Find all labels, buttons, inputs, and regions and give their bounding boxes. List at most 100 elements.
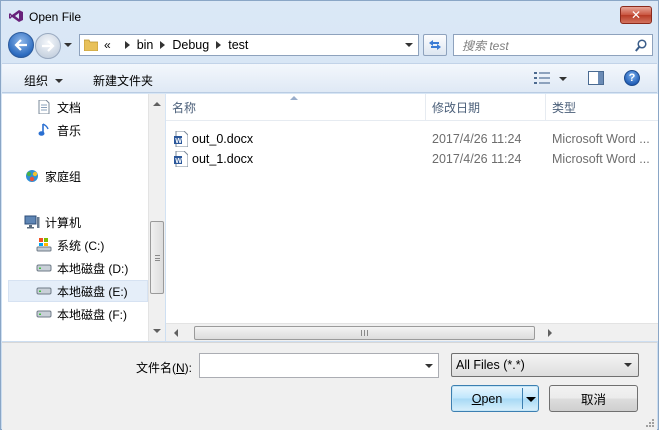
filename-label-text: 文件名( [136,361,176,375]
svg-text:W: W [175,138,182,145]
resize-grip-icon[interactable] [644,417,654,427]
chevron-down-icon [624,363,632,367]
open-button[interactable]: Open [452,386,522,411]
file-list-horizontal-scrollbar[interactable] [166,323,658,341]
file-type-filter-select[interactable]: All Files (*.*) [451,353,639,377]
open-split-button[interactable]: Open [451,385,539,412]
organize-label: 组织 [24,74,49,88]
open-file-dialog: Open File ✕ « bin Debug test 搜索 test 组织 … [0,0,659,430]
scroll-left-icon[interactable] [174,329,178,337]
word-document-icon: W [174,151,188,167]
filename-field[interactable] [200,354,420,375]
column-header-name[interactable]: 名称 [166,94,426,121]
breadcrumb-separator-icon[interactable] [216,41,222,49]
file-name: out_0.docx [192,132,254,146]
homegroup-icon [24,168,40,184]
table-row[interactable]: W out_1.docx 2017/4/26 11:24 Microsoft W… [166,149,658,169]
view-options-dropdown-icon[interactable] [559,77,567,81]
search-icon[interactable] [635,39,647,52]
filename-label-accesskey: N [176,361,185,375]
address-dropdown-icon[interactable] [405,43,413,47]
change-view-icon[interactable] [534,72,550,84]
drive-icon [36,283,52,299]
sidebar-item-computer[interactable]: 计算机 [2,211,148,233]
chevron-down-icon [55,78,64,83]
chevron-down-icon[interactable] [425,364,433,368]
open-label-rest: pen [481,391,503,406]
filename-label-suffix: ): [184,361,193,375]
breadcrumb-bin[interactable]: bin [137,38,154,52]
forward-arrow-icon [42,40,55,52]
scroll-down-icon[interactable] [153,329,161,333]
scroll-up-icon[interactable] [153,102,161,106]
file-type: Microsoft Word ... [552,152,650,166]
file-type: Microsoft Word ... [552,132,650,146]
organize-menu-button[interactable]: 组织 [24,72,64,89]
filename-label: 文件名(N): [136,359,192,376]
computer-icon [24,214,40,230]
sidebar-item-drive-f[interactable]: 本地磁盘 (F:) [2,303,148,325]
open-options-dropdown-icon[interactable] [526,397,536,402]
split-divider [522,388,523,409]
sidebar-item-music[interactable]: 音乐 [2,119,148,141]
address-bar[interactable]: « bin Debug test [79,34,419,56]
breadcrumb-test[interactable]: test [228,38,248,52]
sidebar-item-documents[interactable]: 文档 [2,96,148,118]
sidebar-item-label: 计算机 [45,215,82,230]
back-button[interactable] [8,32,34,58]
search-box[interactable]: 搜索 test [453,34,653,56]
breadcrumb-separator-icon[interactable] [160,41,166,49]
open-accesskey: O [471,391,482,406]
column-header-label: 名称 [172,101,197,115]
sidebar-item-label: 本地磁盘 (D:) [57,261,129,276]
column-header-label: 修改日期 [432,101,481,115]
sidebar-item-drive-d[interactable]: 本地磁盘 (D:) [2,257,148,279]
preview-pane-button[interactable] [588,71,604,85]
filename-combobox[interactable] [199,353,439,378]
back-arrow-icon [14,39,27,51]
file-name: out_1.docx [192,152,254,166]
recent-locations-dropdown-icon[interactable] [63,40,73,50]
navigation-pane-scrollbar[interactable] [148,94,165,341]
drive-icon [36,260,52,276]
new-folder-button[interactable]: 新建文件夹 [93,72,153,89]
title-bar: Open File ✕ [1,1,658,31]
search-placeholder: 搜索 test [462,38,509,53]
drive-icon [36,306,52,322]
scroll-right-icon[interactable] [548,329,552,337]
close-icon: ✕ [630,8,642,22]
scrollbar-thumb[interactable] [194,326,535,340]
grip-icon [155,255,160,261]
column-header-label: 类型 [552,101,577,115]
sidebar-item-label: 音乐 [57,123,82,138]
refresh-icon [429,40,441,50]
visual-studio-icon [9,10,23,22]
navigation-bar: « bin Debug test 搜索 test [1,31,658,59]
window-title: Open File [29,10,82,24]
breadcrumb-overflow[interactable]: « [104,38,111,52]
breadcrumb-debug[interactable]: Debug [172,38,209,52]
sidebar-item-drive-c[interactable]: 系统 (C:) [2,234,148,256]
column-header-type[interactable]: 类型 [546,94,658,121]
scrollbar-thumb[interactable] [150,221,164,294]
command-bar: 组织 新建文件夹 ? [2,63,657,93]
word-document-icon: W [174,131,188,147]
refresh-button[interactable] [423,34,447,56]
table-row[interactable]: W out_0.docx 2017/4/26 11:24 Microsoft W… [166,129,658,149]
folder-icon [84,39,98,51]
sidebar-item-drive-e[interactable]: 本地磁盘 (E:) [8,280,148,302]
sidebar-item-label: 家庭组 [45,169,82,184]
navigation-pane: 文档 音乐 家庭组 计算机 系统 (C:) 本地磁盘 (D:) 本地磁盘 (E:… [2,94,165,341]
forward-button[interactable] [35,33,61,59]
close-button[interactable]: ✕ [620,6,652,24]
file-list: 名称 修改日期 类型 W out_0.docx 2017/4/26 11:24 … [166,94,658,341]
cancel-button[interactable]: 取消 [549,385,638,412]
svg-text:W: W [175,158,182,165]
sidebar-item-homegroup[interactable]: 家庭组 [2,165,148,187]
file-date: 2017/4/26 11:24 [432,132,522,146]
system-drive-icon [36,237,52,253]
column-header-date[interactable]: 修改日期 [426,94,546,121]
help-icon[interactable]: ? [624,70,640,86]
column-header-row: 名称 修改日期 类型 [166,94,658,121]
breadcrumb-separator-icon[interactable] [124,41,130,49]
